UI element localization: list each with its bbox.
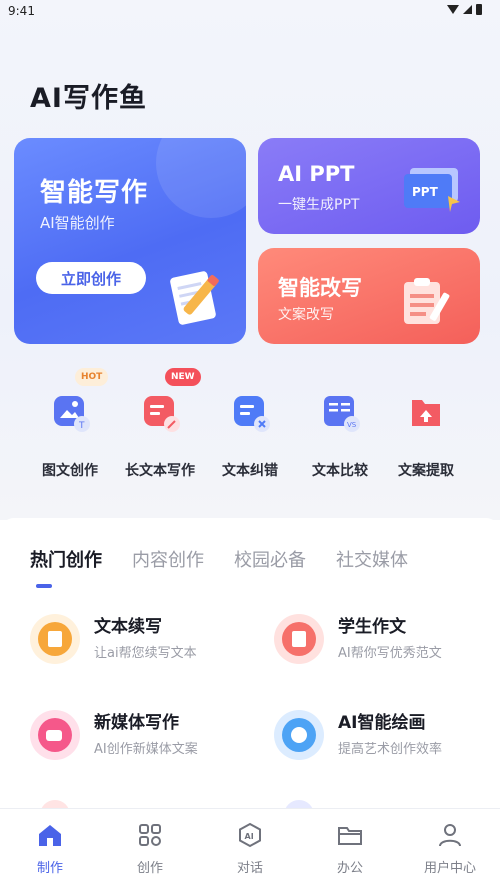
bottom-nav: 制作 创作 AI 对话 办公 用户中心	[0, 808, 500, 888]
image-text-icon: T	[48, 390, 92, 434]
hot-badge: HOT	[75, 368, 109, 386]
ai-chat-icon: AI	[236, 821, 264, 849]
rewrite-clipboard-icon	[404, 278, 450, 324]
ppt-illus-text: PPT	[412, 185, 439, 199]
ai-ppt-subtitle: 一键生成PPT	[278, 197, 360, 213]
active-tab-indicator	[36, 584, 52, 588]
tool-long-text[interactable]: 长文本写作	[110, 390, 210, 480]
media-camera-icon	[30, 710, 80, 760]
smart-rewrite-card[interactable]: 智能改写 文案改写	[258, 248, 480, 344]
status-time: 9:41	[8, 4, 35, 18]
svg-text:T: T	[78, 421, 85, 431]
nav-label: 用户中心	[423, 861, 476, 876]
status-bar: 9:41	[0, 0, 500, 22]
card-decoration	[156, 138, 246, 218]
app-title: AI写作鱼	[30, 83, 147, 114]
tool-label: 文本比较	[312, 463, 368, 479]
essay-icon	[274, 614, 324, 664]
tool-label: 图文创作	[42, 463, 98, 479]
tool-label: 文本纠错	[222, 463, 278, 479]
smart-rewrite-title: 智能改写	[278, 276, 362, 300]
smart-write-subtitle: AI智能创作	[40, 214, 115, 232]
svg-text:AI: AI	[245, 832, 254, 841]
ai-ppt-title: AI PPT	[278, 162, 355, 186]
feature-subtitle: AI帮你写优秀范文	[338, 646, 442, 661]
feature-ai-painting[interactable]: AI智能绘画 提高艺术创作效率	[274, 706, 500, 766]
nav-user-center[interactable]: 用户中心	[400, 821, 500, 876]
status-icons	[447, 4, 482, 15]
long-text-icon	[138, 390, 182, 434]
tool-label: 文案提取	[398, 463, 454, 479]
nav-label: 制作	[36, 861, 63, 876]
tab-hot-create[interactable]: 热门创作	[30, 546, 102, 572]
smart-write-card[interactable]: 智能写作 AI智能创作 立即创作	[14, 138, 246, 344]
grid-icon	[136, 821, 164, 849]
start-create-button[interactable]: 立即创作	[36, 262, 146, 294]
tab-campus[interactable]: 校园必备	[234, 546, 306, 572]
feature-subtitle: AI创作新媒体文案	[94, 742, 198, 757]
nav-chat[interactable]: AI 对话	[200, 821, 300, 876]
nav-office[interactable]: 办公	[300, 821, 400, 876]
tab-content-create[interactable]: 内容创作	[132, 546, 204, 572]
tab-social-media[interactable]: 社交媒体	[336, 546, 408, 572]
tool-extract[interactable]: 文案提取	[376, 390, 476, 480]
smart-write-title: 智能写作	[40, 178, 149, 208]
feature-new-media[interactable]: 新媒体写作 AI创作新媒体文案	[30, 706, 260, 766]
folder-icon	[336, 821, 364, 849]
document-pen-icon	[170, 271, 219, 325]
ppt-icon: PPT	[404, 168, 460, 212]
tool-text-correct[interactable]: 文本纠错	[200, 390, 300, 480]
ai-ppt-card[interactable]: AI PPT 一键生成PPT PPT	[258, 138, 480, 234]
feature-subtitle: 提高艺术创作效率	[338, 742, 443, 757]
battery-icon	[476, 4, 482, 15]
tool-text-compare[interactable]: VS 文本比较	[290, 390, 390, 480]
tool-label: 长文本写作	[125, 463, 195, 479]
feature-title: 新媒体写作	[94, 713, 179, 733]
category-tabs: 热门创作 内容创作 校园必备 社交媒体	[30, 546, 408, 572]
wifi-icon	[447, 5, 459, 14]
nav-make[interactable]: 制作	[0, 821, 100, 876]
nav-label: 对话	[236, 861, 263, 876]
feature-title: 文本续写	[94, 617, 162, 637]
new-badge: NEW	[165, 368, 201, 386]
nav-create[interactable]: 创作	[100, 821, 200, 876]
feature-title: 学生作文	[338, 617, 406, 637]
feature-essay[interactable]: 学生作文 AI帮你写优秀范文	[274, 610, 500, 670]
svg-text:VS: VS	[347, 421, 357, 429]
extract-icon	[404, 390, 448, 434]
text-correct-icon	[228, 390, 272, 434]
tool-image-text[interactable]: T 图文创作	[20, 390, 120, 480]
continue-write-icon	[30, 614, 80, 664]
signal-icon	[463, 5, 472, 14]
user-icon	[436, 821, 464, 849]
feature-subtitle: 让ai帮您续写文本	[94, 646, 197, 661]
palette-icon	[274, 710, 324, 760]
nav-label: 创作	[136, 861, 163, 876]
nav-label: 办公	[336, 861, 363, 876]
feature-continue-write[interactable]: 文本续写 让ai帮您续写文本	[30, 610, 260, 670]
feature-title: AI智能绘画	[338, 713, 426, 733]
home-icon	[36, 821, 64, 849]
text-compare-icon: VS	[318, 390, 362, 434]
smart-rewrite-subtitle: 文案改写	[278, 307, 334, 323]
